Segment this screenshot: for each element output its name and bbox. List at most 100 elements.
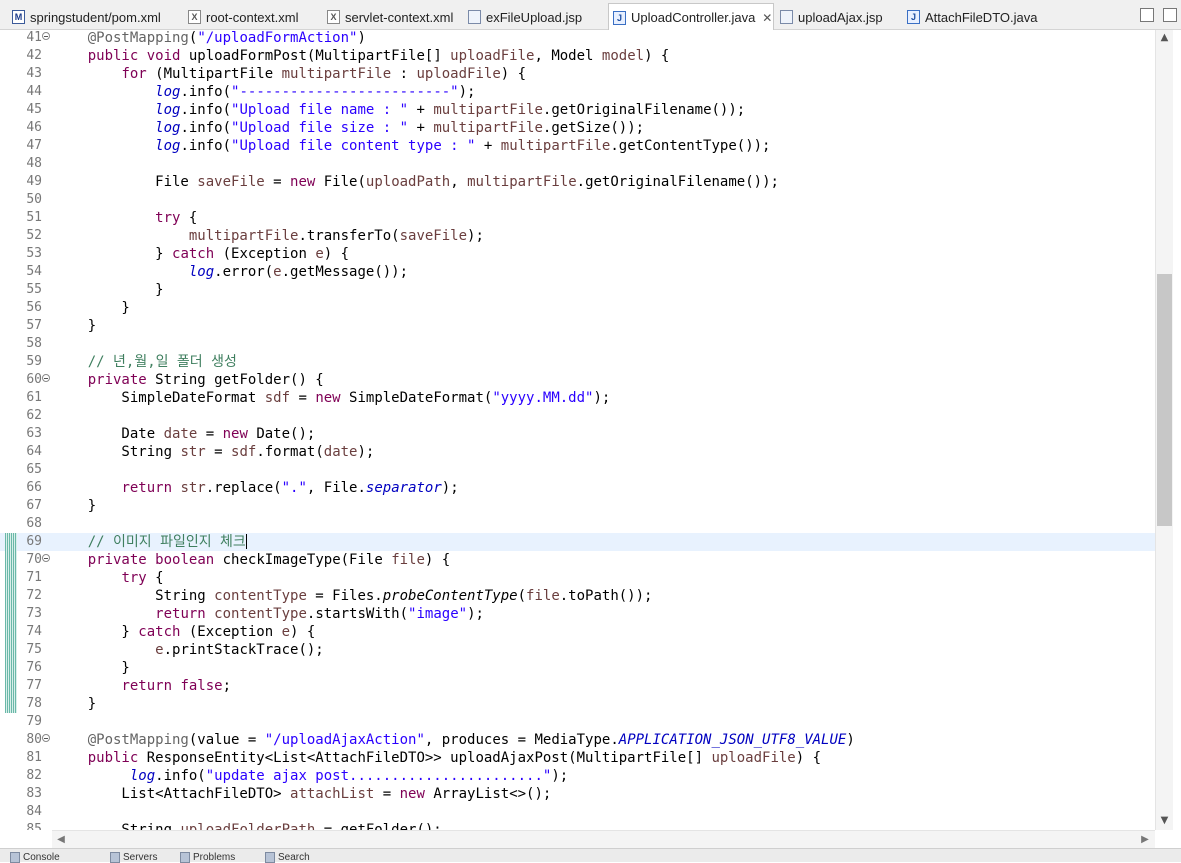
code-text: public void uploadFormPost(MultipartFile… xyxy=(87,48,670,64)
fold-toggle-icon[interactable] xyxy=(42,374,50,382)
vertical-scrollbar-thumb[interactable] xyxy=(1157,274,1172,526)
close-tab-icon[interactable]: ✕ xyxy=(762,11,772,25)
code-line[interactable]: 65 xyxy=(0,461,1155,479)
code-line[interactable]: 83 List<AttachFileDTO> attachList = new … xyxy=(0,785,1155,803)
bottom-panel-tab[interactable]: Console xyxy=(10,852,60,863)
editor-tab[interactable]: exFileUpload.jsp xyxy=(464,4,582,30)
code-line[interactable]: 70 private boolean checkImageType(File f… xyxy=(0,551,1155,569)
code-line[interactable]: 77 return false; xyxy=(0,677,1155,695)
line-gutter: 84 xyxy=(0,803,52,821)
editor-tab[interactable]: Mspringstudent/pom.xml xyxy=(8,4,161,30)
horizontal-scrollbar[interactable]: ◀ ▶ xyxy=(52,830,1155,848)
line-gutter: 64 xyxy=(0,443,52,461)
code-line[interactable]: 60 private String getFolder() { xyxy=(0,371,1155,389)
code-line[interactable]: 76 } xyxy=(0,659,1155,677)
code-line[interactable]: 51 try { xyxy=(0,209,1155,227)
code-line[interactable]: 50 xyxy=(0,191,1155,209)
code-text: private boolean checkImageType(File file… xyxy=(87,552,451,568)
code-line[interactable]: 43 for (MultipartFile multipartFile : up… xyxy=(0,65,1155,83)
code-line[interactable]: 82 log.info("update ajax post...........… xyxy=(0,767,1155,785)
line-number: 52 xyxy=(26,228,42,243)
code-line[interactable]: 45 log.info("Upload file name : " + mult… xyxy=(0,101,1155,119)
bottom-panel-tab[interactable]: Search xyxy=(265,852,310,863)
line-gutter: 53 xyxy=(0,245,52,263)
code-line[interactable]: 49 File saveFile = new File(uploadPath, … xyxy=(0,173,1155,191)
fold-toggle-icon[interactable] xyxy=(42,32,50,40)
code-text: try { xyxy=(155,210,198,226)
code-line[interactable]: 42 public void uploadFormPost(MultipartF… xyxy=(0,47,1155,65)
code-line[interactable]: 47 log.info("Upload file content type : … xyxy=(0,137,1155,155)
code-line[interactable]: 57 } xyxy=(0,317,1155,335)
code-text: String uploadFolderPath = getFolder(); xyxy=(54,822,442,830)
code-line[interactable]: 72 String contentType = Files.probeConte… xyxy=(0,587,1155,605)
line-gutter: 49 xyxy=(0,173,52,191)
code-line[interactable]: 79 xyxy=(0,713,1155,731)
code-text: Date date = new Date(); xyxy=(54,426,316,442)
line-gutter: 47 xyxy=(0,137,52,155)
line-gutter: 43 xyxy=(0,65,52,83)
code-line[interactable]: 84 xyxy=(0,803,1155,821)
line-gutter: 54 xyxy=(0,263,52,281)
code-line[interactable]: 61 SimpleDateFormat sdf = new SimpleDate… xyxy=(0,389,1155,407)
scroll-up-arrow-icon[interactable]: ▲ xyxy=(1156,31,1173,45)
code-text: return contentType.startsWith("image"); xyxy=(155,606,484,622)
editor-tab[interactable]: Xroot-context.xml xyxy=(184,4,298,30)
code-text: log.info("Upload file name : " + multipa… xyxy=(155,102,746,118)
vertical-scrollbar[interactable]: ▲ ▼ xyxy=(1155,30,1173,830)
code-line[interactable]: 85 String uploadFolderPath = getFolder()… xyxy=(0,821,1155,830)
bottom-panel-tab[interactable]: Problems xyxy=(180,852,235,863)
code-line[interactable]: 62 xyxy=(0,407,1155,425)
code-line[interactable]: 71 try { xyxy=(0,569,1155,587)
code-line[interactable]: 81 public ResponseEntity<List<AttachFile… xyxy=(0,749,1155,767)
fold-toggle-icon[interactable] xyxy=(42,734,50,742)
code-line[interactable]: 67 } xyxy=(0,497,1155,515)
maximize-view-icon[interactable] xyxy=(1163,8,1177,22)
minimize-view-icon[interactable] xyxy=(1140,8,1154,22)
line-number: 53 xyxy=(26,246,42,261)
code-line[interactable]: 75 e.printStackTrace(); xyxy=(0,641,1155,659)
line-gutter: 85 xyxy=(0,821,52,830)
current-code-line[interactable]: 69 // 이미지 파일인지 체크 xyxy=(0,533,1155,551)
line-gutter: 59 xyxy=(0,353,52,371)
code-line[interactable]: 52 multipartFile.transferTo(saveFile); xyxy=(0,227,1155,245)
line-gutter: 74 xyxy=(0,623,52,641)
code-line[interactable]: 59 // 년,월,일 폴더 생성 xyxy=(0,353,1155,371)
line-gutter: 50 xyxy=(0,191,52,209)
fold-toggle-icon[interactable] xyxy=(42,554,50,562)
code-line[interactable]: 53 } catch (Exception e) { xyxy=(0,245,1155,263)
code-line[interactable]: 78 } xyxy=(0,695,1155,713)
code-line[interactable]: 44 log.info("-------------------------")… xyxy=(0,83,1155,101)
code-line[interactable]: 66 return str.replace(".", File.separato… xyxy=(0,479,1155,497)
code-editor[interactable]: 41 @PostMapping("/uploadFormAction") 42 p… xyxy=(0,30,1155,830)
editor-tab[interactable]: J UploadController.java ✕ xyxy=(608,3,774,31)
code-line[interactable]: 55 } xyxy=(0,281,1155,299)
bottom-panel-tab[interactable]: Servers xyxy=(110,852,157,863)
editor-tab[interactable]: J AttachFileDTO.java xyxy=(903,4,1037,30)
line-number: 55 xyxy=(26,282,42,297)
code-line[interactable]: 56 } xyxy=(0,299,1155,317)
code-line[interactable]: 63 Date date = new Date(); xyxy=(0,425,1155,443)
line-gutter: 71 xyxy=(0,569,52,587)
scroll-right-arrow-icon[interactable]: ▶ xyxy=(1138,832,1152,848)
code-line[interactable]: 46 log.info("Upload file size : " + mult… xyxy=(0,119,1155,137)
editor-tab-label: uploadAjax.jsp xyxy=(798,9,883,25)
code-line[interactable]: 74 } catch (Exception e) { xyxy=(0,623,1155,641)
scroll-left-arrow-icon[interactable]: ◀ xyxy=(54,832,68,848)
scroll-down-arrow-icon[interactable]: ▼ xyxy=(1156,814,1173,828)
code-line[interactable]: 41 @PostMapping("/uploadFormAction") xyxy=(0,30,1155,47)
line-gutter: 42 xyxy=(0,47,52,65)
line-gutter: 52 xyxy=(0,227,52,245)
line-number: 79 xyxy=(26,714,42,729)
code-line[interactable]: 73 return contentType.startsWith("image"… xyxy=(0,605,1155,623)
code-line[interactable]: 58 xyxy=(0,335,1155,353)
editor-tab[interactable]: Xservlet-context.xml xyxy=(323,4,453,30)
editor-tab[interactable]: uploadAjax.jsp xyxy=(776,4,883,30)
code-line[interactable]: 80 @PostMapping(value = "/uploadAjaxActi… xyxy=(0,731,1155,749)
code-line[interactable]: 48 xyxy=(0,155,1155,173)
code-line[interactable]: 64 String str = sdf.format(date); xyxy=(0,443,1155,461)
java-file-icon: J xyxy=(613,10,626,25)
code-line[interactable]: 68 xyxy=(0,515,1155,533)
code-line[interactable]: 54 log.error(e.getMessage()); xyxy=(0,263,1155,281)
line-number: 69 xyxy=(26,534,42,549)
line-number: 84 xyxy=(26,804,42,819)
